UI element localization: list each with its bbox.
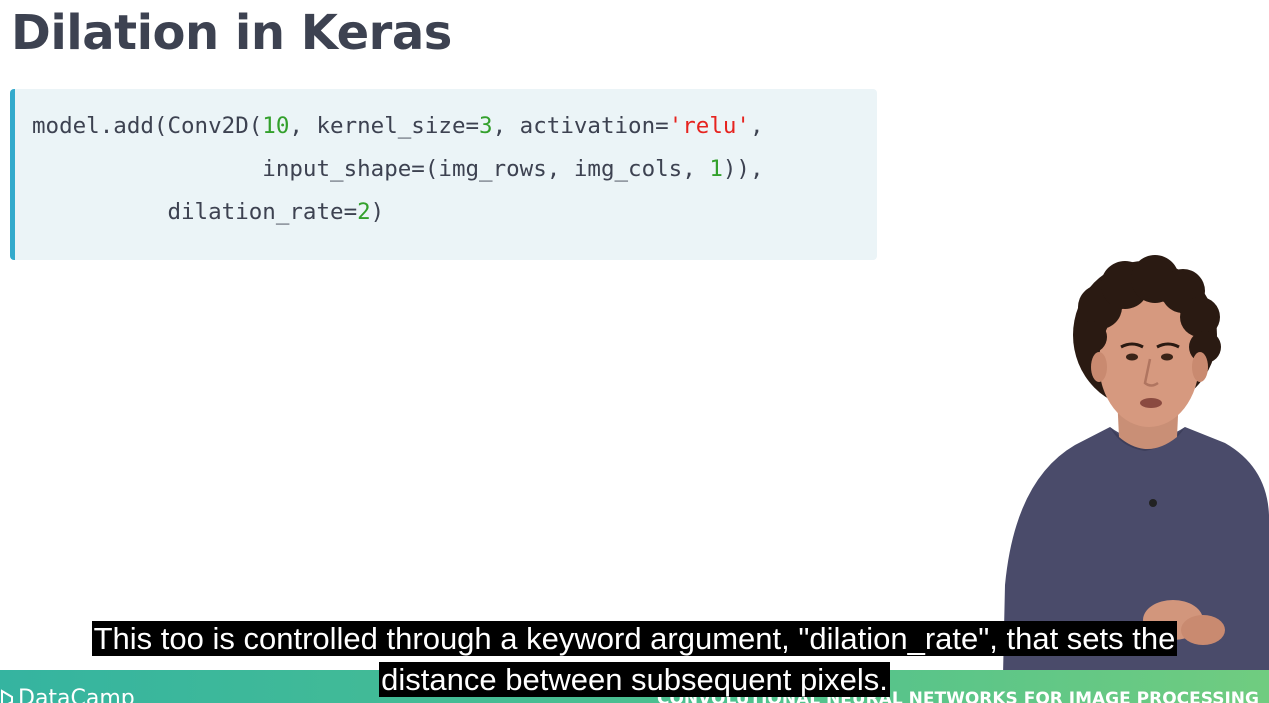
caption-line-2: distance between subsequent pixels. bbox=[379, 662, 890, 697]
code-line-2: input_shape=(img_rows, img_cols, 1)), bbox=[262, 156, 764, 182]
code-line-3: dilation_rate=2) bbox=[167, 199, 385, 225]
code-number: 3 bbox=[479, 113, 493, 139]
presenter-video bbox=[1003, 255, 1269, 675]
code-number: 2 bbox=[357, 199, 371, 225]
code-number: 1 bbox=[709, 156, 723, 182]
caption-line-1: This too is controlled through a keyword… bbox=[91, 621, 1178, 656]
code-string: 'relu' bbox=[668, 113, 750, 139]
code-text: model.add(Conv2D(10, kernel_size=3, acti… bbox=[32, 105, 764, 234]
code-number: 10 bbox=[262, 113, 290, 139]
subtitle-captions: This too is controlled through a keyword… bbox=[0, 618, 1269, 700]
code-block: model.add(Conv2D(10, kernel_size=3, acti… bbox=[10, 89, 877, 260]
slide-title: Dilation in Keras bbox=[11, 5, 452, 61]
code-line-1: model.add(Conv2D(10, kernel_size=3, acti… bbox=[32, 113, 764, 139]
